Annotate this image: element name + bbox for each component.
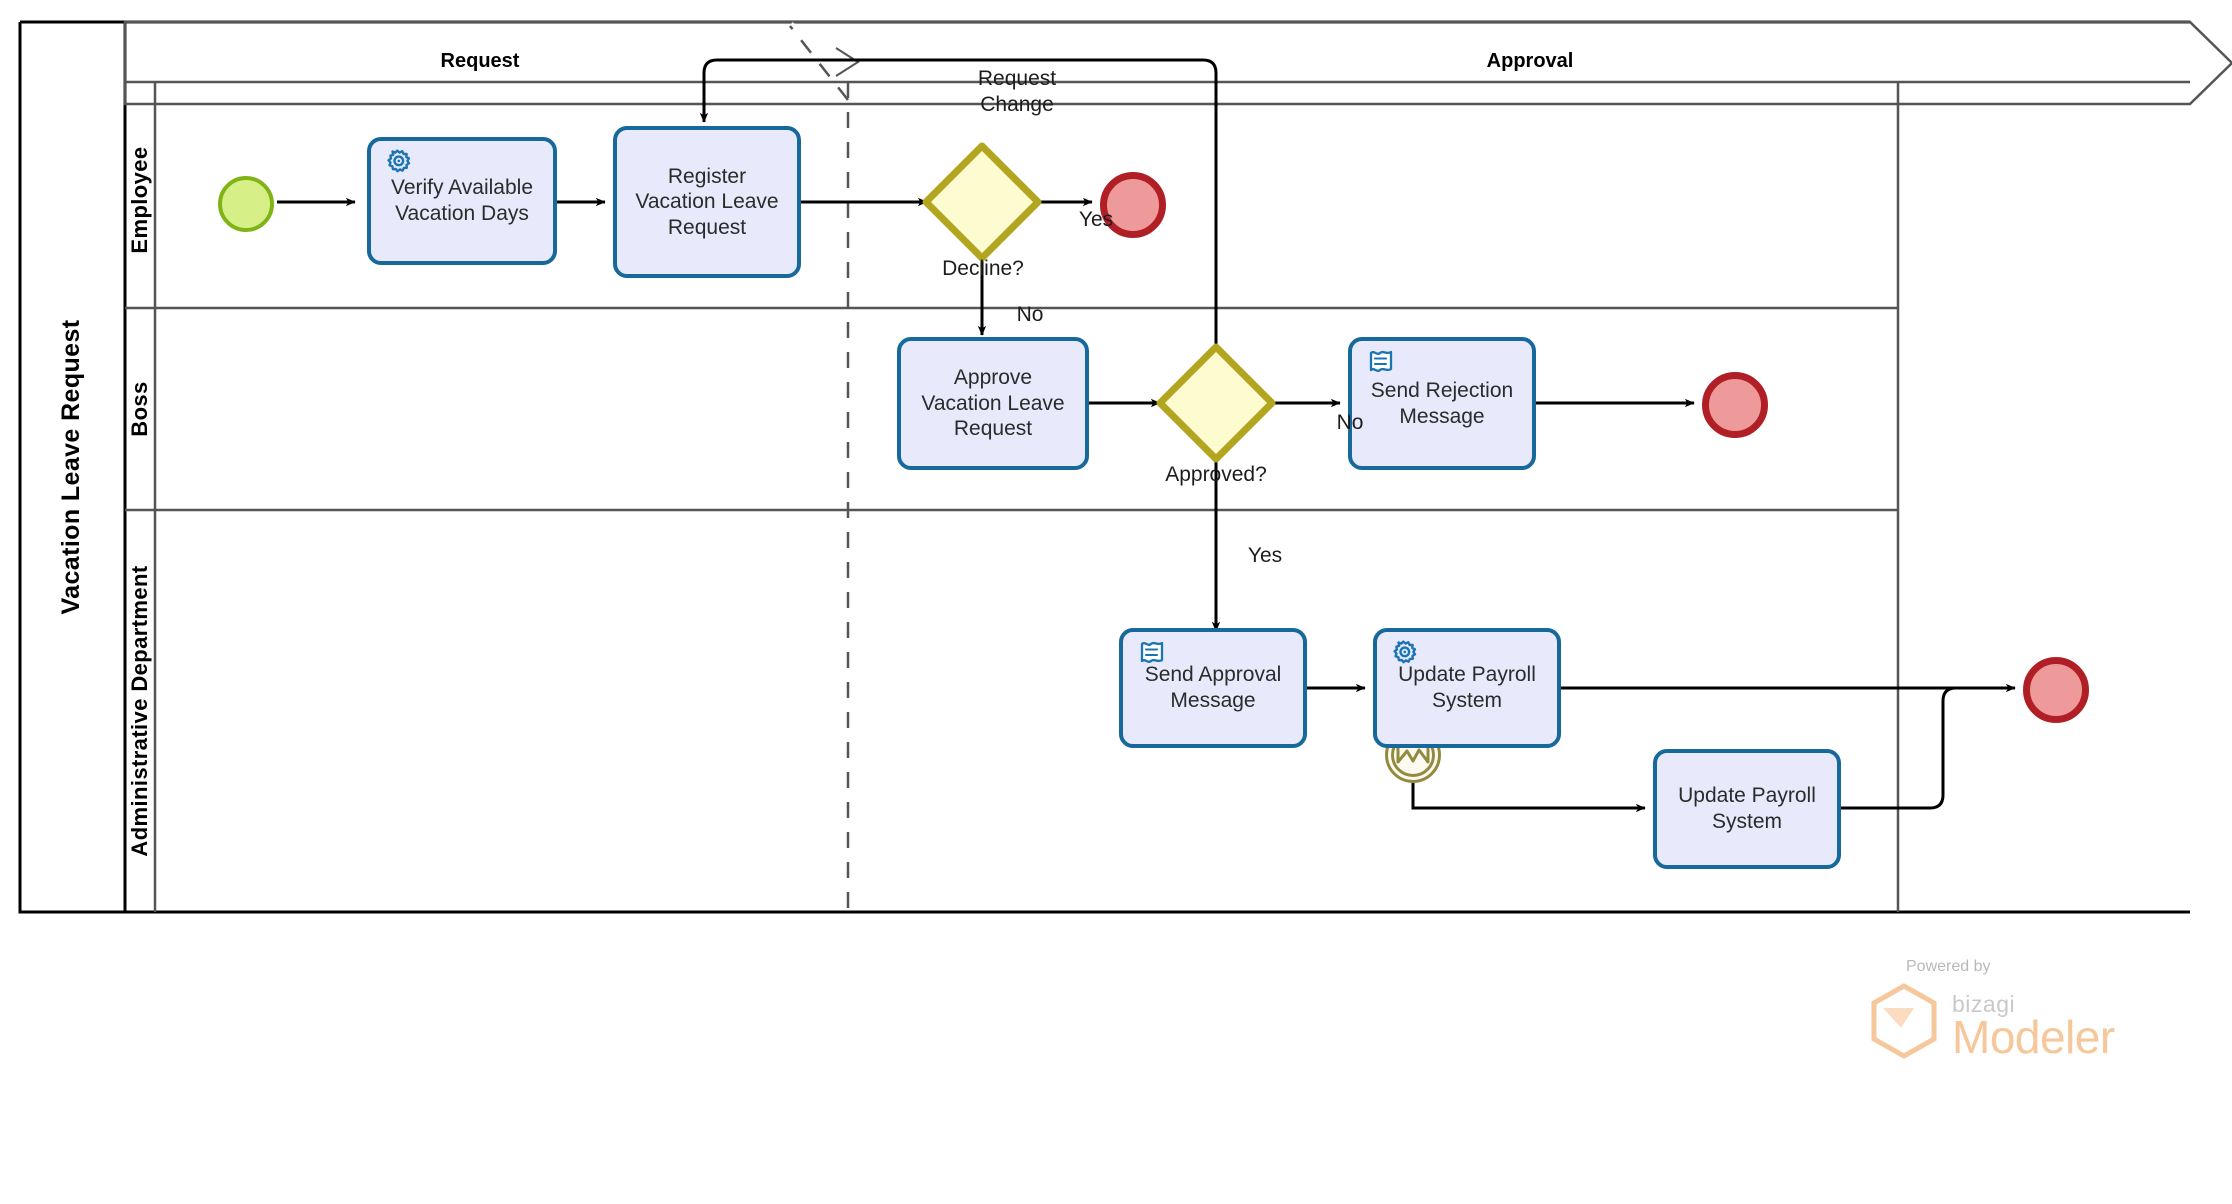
phase-label-request: Request <box>440 50 520 72</box>
flow-label-decline-yes: Yes <box>1078 208 1114 231</box>
task-label: Verify Available Vacation Days <box>390 176 534 225</box>
task-update-payroll-system-1[interactable]: Update Payroll System <box>1373 628 1561 748</box>
bpmn-diagram-canvas: Vacation Leave Request Employee Boss Adm… <box>0 0 2232 1204</box>
flow-label-approved-yes: Yes <box>1247 544 1283 567</box>
gateway-decline[interactable] <box>922 142 1042 262</box>
pool-label: Vacation Leave Request <box>56 319 85 615</box>
gateway-label-decline: Decline? <box>942 257 1024 280</box>
task-register-vacation-leave-request[interactable]: Register Vacation Leave Request <box>613 126 801 278</box>
lane-label-boss: Boss <box>127 381 152 437</box>
task-send-approval-message[interactable]: Send Approval Message <box>1119 628 1307 748</box>
flow-payroll2-to-end <box>1841 686 2015 810</box>
branding-powered-by-label: Powered by <box>1906 958 1991 975</box>
task-label: Approve Vacation Leave Request <box>921 366 1065 441</box>
task-label: Send Approval Message <box>1144 663 1282 712</box>
branding-modeler-text: Modeler <box>1952 1011 2115 1063</box>
end-event-admin[interactable] <box>2023 657 2089 723</box>
bizagi-hexagon-logo-icon <box>1871 983 1937 1059</box>
lane-label-administrative-department: Administrative Department <box>127 565 152 857</box>
task-label: Send Rejection Message <box>1370 378 1514 428</box>
end-event-boss[interactable] <box>1702 372 1768 438</box>
gateway-label-approved: Approved? <box>1165 463 1267 486</box>
task-label: Update Payroll System <box>1678 784 1816 833</box>
task-verify-available-vacation-days[interactable]: Verify Available Vacation Days <box>367 137 557 265</box>
flow-label-approved-no: No <box>1336 411 1364 434</box>
task-send-rejection-message[interactable]: Send Rejection Message <box>1348 337 1536 470</box>
script-task-icon <box>1369 350 1393 372</box>
flow-boundary-to-payroll2 <box>1411 783 1646 813</box>
task-label: Update Payroll System <box>1398 663 1536 712</box>
flow-label-decline-no: No <box>1016 303 1044 326</box>
flow-label-request-change: Request Change <box>977 67 1057 116</box>
task-label: Register Vacation Leave Request <box>635 164 779 239</box>
phase-label-approval: Approval <box>1486 50 1574 72</box>
branding-bizagi-modeler: Powered by bizagi Modeler <box>1868 958 2168 1060</box>
pool-frame <box>18 20 2190 914</box>
gateway-approved[interactable] <box>1156 343 1276 463</box>
start-event[interactable] <box>218 176 274 232</box>
task-update-payroll-system-2[interactable]: Update Payroll System <box>1653 749 1841 869</box>
task-approve-vacation-leave-request[interactable]: Approve Vacation Leave Request <box>897 337 1089 470</box>
lane-label-employee: Employee <box>127 146 152 254</box>
